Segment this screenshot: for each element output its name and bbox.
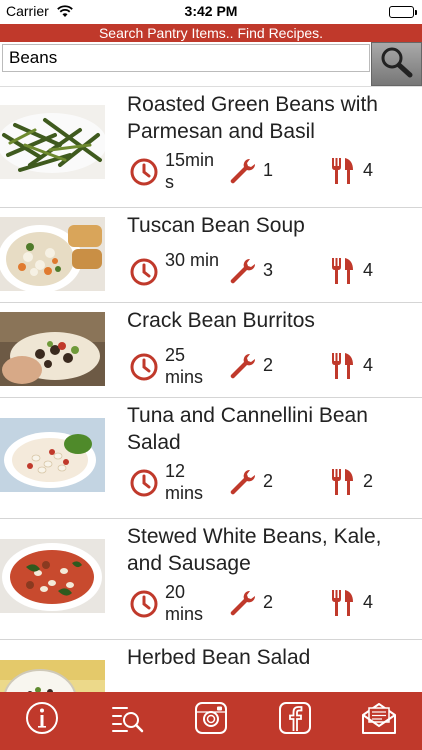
info-icon [24,700,60,741]
wrench-icon [228,352,256,385]
fork-knife-icon [330,351,356,386]
fork-knife-icon [330,467,356,502]
servings-value: 4 [363,355,374,375]
difficulty-value: 3 [263,260,274,280]
recipe-row[interactable]: Tuscan Bean Soup 30 min 3 4 [0,208,422,303]
recipe-image [0,539,105,613]
info-button[interactable] [22,700,62,740]
fork-knife-icon [330,588,356,623]
recipe-image [0,418,105,492]
facebook-icon [277,700,313,741]
recipe-image [0,660,105,692]
magnifier-icon [379,46,415,83]
recipe-row[interactable]: Stewed White Beans, Kale, and Sausage 20… [0,519,422,640]
recipe-title: Roasted Green Beans with Parmesan and Ba… [127,93,378,143]
clock-time: 3:42 PM [184,3,238,19]
search-bar [0,42,422,86]
recipe-title: Tuna and Cannellini Bean Salad [127,404,368,454]
search-button[interactable] [371,42,422,86]
clock-icon [129,589,159,624]
clock-icon [129,468,159,503]
mail-icon [360,700,398,741]
recipe-row[interactable]: Tuna and Cannellini Bean Salad 12 mins 2… [0,398,422,519]
prep-time: 25 mins [165,345,204,387]
difficulty-value: 2 [263,592,274,612]
clock-icon [129,157,159,192]
prep-time: 30 min [165,250,220,270]
recipe-title: Tuscan Bean Soup [127,214,305,237]
recipe-image [0,312,105,386]
recipe-list[interactable]: Roasted Green Beans with Parmesan and Ba… [0,86,422,692]
clock-icon [129,257,159,292]
wrench-icon [228,468,256,501]
recipe-row[interactable]: Herbed Bean Salad 15 [0,640,422,692]
recipe-meta: 20 mins 2 4 [127,581,422,625]
app-banner: Search Pantry Items.. Find Recipes. [0,24,422,42]
battery-icon [389,6,417,18]
search-list-icon [109,700,145,741]
recipe-row[interactable]: Roasted Green Beans with Parmesan and Ba… [0,87,422,208]
prep-time: 12 mins [165,461,204,503]
bottom-tab-bar [0,692,422,750]
status-bar: Carrier 3:42 PM [0,0,422,24]
recipe-meta: 25 mins 2 4 [127,344,422,388]
wrench-icon [228,157,256,190]
recipe-title: Stewed White Beans, Kale, and Sausage [127,525,382,575]
wrench-icon [228,589,256,622]
instagram-icon [193,700,229,741]
servings-value: 2 [363,471,374,491]
difficulty-value: 2 [263,471,274,491]
recipe-image [0,217,105,291]
fork-knife-icon [330,156,356,191]
recipe-meta: 15min s 1 4 [127,149,422,193]
search-input[interactable] [2,44,370,72]
difficulty-value: 1 [263,160,274,180]
clock-icon [129,352,159,387]
recipe-meta: 30 min 3 4 [127,249,422,293]
recipe-row[interactable]: Crack Bean Burritos 25 mins 2 4 [0,303,422,398]
instagram-button[interactable] [191,700,231,740]
recipe-image [0,105,105,179]
prep-time: 20 mins [165,582,204,624]
recipe-meta: 12 mins 2 2 [127,460,422,504]
servings-value: 4 [363,260,374,280]
fork-knife-icon [330,256,356,291]
servings-value: 4 [363,592,374,612]
mail-button[interactable] [359,700,399,740]
wrench-icon [228,257,256,290]
recipe-title: Herbed Bean Salad [127,646,311,669]
prep-time: 15min s [165,150,215,192]
recipe-title: Crack Bean Burritos [127,309,315,332]
difficulty-value: 2 [263,355,274,375]
facebook-button[interactable] [275,700,315,740]
search-list-button[interactable] [107,700,147,740]
servings-value: 4 [363,160,374,180]
